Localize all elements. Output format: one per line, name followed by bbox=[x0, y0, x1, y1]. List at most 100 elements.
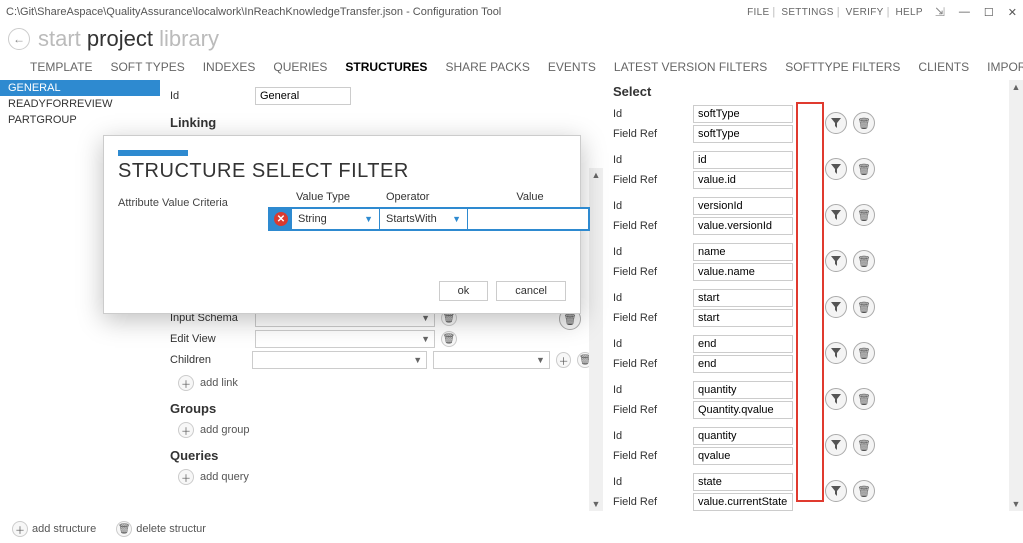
queries-header: Queries bbox=[170, 448, 593, 463]
scroll-up-icon[interactable]: ▲ bbox=[592, 168, 601, 182]
select-id-input[interactable] bbox=[693, 289, 793, 307]
tab-clients[interactable]: CLIENTS bbox=[918, 60, 969, 74]
tab-latest-version-filters[interactable]: LATEST VERSION FILTERS bbox=[614, 60, 767, 74]
pin-icon[interactable]: ⇲ bbox=[935, 5, 945, 19]
select-id-input[interactable] bbox=[693, 243, 793, 261]
edit-view-delete-icon[interactable]: 🗑 bbox=[441, 331, 457, 347]
filter-icon[interactable] bbox=[825, 342, 847, 364]
scroll-up-icon[interactable]: ▲ bbox=[1012, 80, 1021, 94]
children-add-icon[interactable]: ＋ bbox=[556, 352, 572, 368]
crumb-start[interactable]: start bbox=[38, 26, 81, 51]
select-item: IdField Ref🗑 bbox=[613, 197, 1015, 235]
select-item: IdField Ref🗑 bbox=[613, 427, 1015, 465]
id-label: Id bbox=[613, 246, 693, 258]
trash-icon[interactable]: 🗑 bbox=[853, 296, 875, 318]
children-select[interactable]: ▼ bbox=[252, 351, 427, 369]
trash-icon[interactable]: 🗑 bbox=[853, 480, 875, 502]
operator-select[interactable]: StartsWith▼ bbox=[380, 209, 468, 229]
tab-structures[interactable]: STRUCTURES bbox=[345, 60, 427, 74]
trash-icon[interactable]: 🗑 bbox=[853, 388, 875, 410]
select-item: Id Field Ref 🗑 bbox=[613, 105, 1015, 143]
filter-icon[interactable] bbox=[825, 434, 847, 456]
right-scrollbar[interactable]: ▲ ▼ bbox=[1009, 80, 1023, 511]
children-label: Children bbox=[170, 354, 252, 366]
tab-softtype-filters[interactable]: SOFTTYPE FILTERS bbox=[785, 60, 900, 74]
maximize-icon[interactable]: ☐ bbox=[984, 6, 994, 19]
menu-help[interactable]: HELP bbox=[896, 7, 923, 18]
field-ref-label: Field Ref bbox=[613, 266, 693, 278]
select-id-input[interactable] bbox=[693, 381, 793, 399]
cancel-button[interactable]: cancel bbox=[496, 281, 566, 301]
delete-structure-button[interactable]: 🗑 delete structur bbox=[110, 521, 206, 537]
sidebar-item-general[interactable]: GENERAL bbox=[0, 80, 160, 96]
select-id-input[interactable] bbox=[693, 105, 793, 123]
children-select-2[interactable]: ▼ bbox=[433, 351, 550, 369]
add-query-button[interactable]: ＋ add query bbox=[178, 469, 593, 485]
select-ref-input[interactable] bbox=[693, 125, 793, 143]
filter-icon[interactable] bbox=[825, 388, 847, 410]
tab-template[interactable]: TEMPLATE bbox=[30, 60, 92, 74]
tab-events[interactable]: EVENTS bbox=[548, 60, 596, 74]
value-type-select[interactable]: String▼ bbox=[292, 209, 380, 229]
field-ref-label: Field Ref bbox=[613, 220, 693, 232]
select-id-input[interactable] bbox=[693, 335, 793, 353]
select-ref-input[interactable] bbox=[693, 309, 793, 327]
select-ref-input[interactable] bbox=[693, 493, 793, 511]
filter-icon[interactable] bbox=[825, 158, 847, 180]
tab-indexes[interactable]: INDEXES bbox=[203, 60, 256, 74]
criteria-delete-button[interactable]: ✕ bbox=[270, 209, 292, 229]
trash-icon[interactable]: 🗑 bbox=[853, 112, 875, 134]
select-ref-input[interactable] bbox=[693, 217, 793, 235]
select-ref-input[interactable] bbox=[693, 263, 793, 281]
id-input[interactable] bbox=[255, 87, 351, 105]
ok-button[interactable]: ok bbox=[439, 281, 489, 301]
select-ref-input[interactable] bbox=[693, 355, 793, 373]
add-structure-button[interactable]: ＋ add structure bbox=[6, 521, 96, 537]
trash-icon[interactable]: 🗑 bbox=[853, 342, 875, 364]
center-scrollbar[interactable]: ▲ ▼ bbox=[589, 168, 603, 511]
trash-icon[interactable]: 🗑 bbox=[853, 250, 875, 272]
select-id-input[interactable] bbox=[693, 473, 793, 491]
value-input[interactable] bbox=[468, 209, 588, 229]
tab-share-packs[interactable]: SHARE PACKS bbox=[445, 60, 529, 74]
filter-icon[interactable] bbox=[825, 296, 847, 318]
crumb-project[interactable]: project bbox=[87, 26, 153, 51]
filter-icon[interactable] bbox=[825, 112, 847, 134]
filter-icon[interactable] bbox=[825, 204, 847, 226]
select-id-input[interactable] bbox=[693, 427, 793, 445]
tab-import-attributes[interactable]: IMPORT ATTRIBUTES bbox=[987, 60, 1023, 74]
add-group-button[interactable]: ＋ add group bbox=[178, 422, 593, 438]
scroll-down-icon[interactable]: ▼ bbox=[1012, 497, 1021, 511]
trash-icon[interactable]: 🗑 bbox=[853, 158, 875, 180]
field-ref-label: Field Ref bbox=[613, 128, 693, 140]
sidebar-item-partgroup[interactable]: PARTGROUP bbox=[0, 112, 160, 128]
id-label: Id bbox=[613, 108, 693, 120]
field-ref-label: Field Ref bbox=[613, 358, 693, 370]
plus-icon: ＋ bbox=[178, 375, 194, 391]
trash-icon[interactable]: 🗑 bbox=[853, 204, 875, 226]
trash-icon[interactable]: 🗑 bbox=[853, 434, 875, 456]
back-button[interactable]: ← bbox=[8, 28, 30, 50]
menu-verify[interactable]: VERIFY bbox=[846, 7, 884, 18]
field-ref-label: Field Ref bbox=[613, 174, 693, 186]
crumb-library[interactable]: library bbox=[159, 26, 219, 51]
select-id-input[interactable] bbox=[693, 197, 793, 215]
filter-icon[interactable] bbox=[825, 250, 847, 272]
menu-file[interactable]: FILE bbox=[747, 7, 769, 18]
id-label: Id bbox=[613, 384, 693, 396]
edit-view-select[interactable]: ▼ bbox=[255, 330, 435, 348]
filter-icon[interactable] bbox=[825, 480, 847, 502]
scroll-down-icon[interactable]: ▼ bbox=[592, 497, 601, 511]
select-id-input[interactable] bbox=[693, 151, 793, 169]
minimize-icon[interactable]: — bbox=[959, 6, 970, 19]
sidebar-item-readyforreview[interactable]: READYFORREVIEW bbox=[0, 96, 160, 112]
col-value: Value bbox=[470, 191, 590, 207]
tab-queries[interactable]: QUERIES bbox=[273, 60, 327, 74]
add-link-button[interactable]: ＋ add link bbox=[178, 375, 593, 391]
menu-settings[interactable]: SETTINGS bbox=[781, 7, 833, 18]
select-ref-input[interactable] bbox=[693, 171, 793, 189]
close-icon[interactable]: ✕ bbox=[1008, 6, 1017, 19]
tab-soft-types[interactable]: SOFT TYPES bbox=[110, 60, 184, 74]
select-ref-input[interactable] bbox=[693, 447, 793, 465]
select-ref-input[interactable] bbox=[693, 401, 793, 419]
